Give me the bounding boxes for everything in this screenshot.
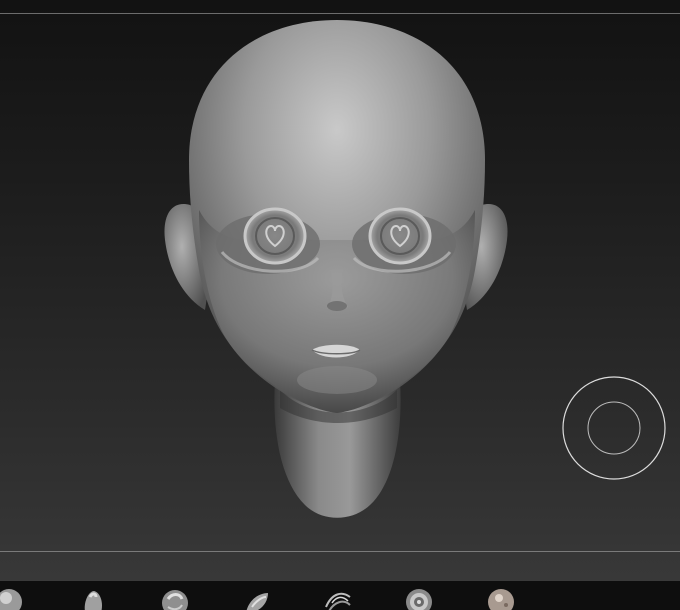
inflate-brush-icon[interactable] <box>160 587 190 610</box>
viewport-canvas[interactable] <box>0 0 680 580</box>
hair-curve-brush-icon[interactable] <box>322 587 352 610</box>
sculpt-head-model[interactable] <box>0 0 680 580</box>
clay-brush-icon[interactable] <box>0 587 24 610</box>
move-brush-icon[interactable] <box>242 587 272 610</box>
rotate-gizmo-icon[interactable] <box>562 376 666 480</box>
standard-brush-icon[interactable] <box>78 587 108 610</box>
alpha-sphere-brush-icon[interactable] <box>486 587 516 610</box>
brush-shelf <box>0 580 680 610</box>
spiral-brush-icon[interactable] <box>404 587 434 610</box>
viewport-bottom-divider <box>0 551 680 552</box>
